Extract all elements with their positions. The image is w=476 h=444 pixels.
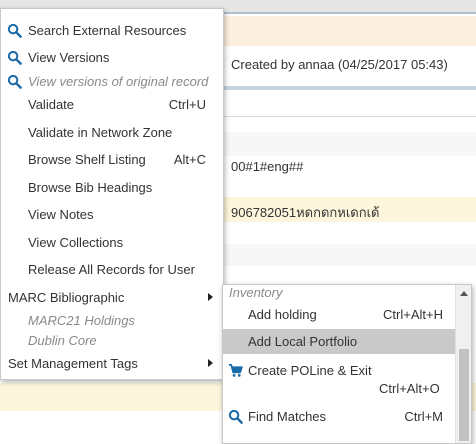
menu-item-browse-shelf-listing[interactable]: Browse Shelf Listing Alt+C bbox=[1, 147, 223, 171]
menu-item-label: Browse Shelf Listing bbox=[28, 151, 146, 167]
submenu-item-add-holding[interactable]: Add holding Ctrl+Alt+H bbox=[223, 302, 455, 326]
menu-item-view-original-versions: View versions of original record bbox=[1, 69, 223, 93]
menu-item-label: Validate in Network Zone bbox=[28, 124, 173, 140]
menu-item-dublin-core[interactable]: Dublin Core bbox=[1, 328, 223, 352]
menu-item-search-external-resources[interactable]: Search External Resources bbox=[1, 18, 223, 42]
menu-item-label: Search External Resources bbox=[28, 22, 187, 38]
menu-item-view-notes[interactable]: View Notes bbox=[1, 202, 223, 226]
menu-item-validate-network-zone[interactable]: Validate in Network Zone bbox=[1, 120, 223, 144]
field-value: 00#1#eng## bbox=[231, 159, 304, 174]
field-value: 906782051หดกดกหเดกเด้ bbox=[231, 205, 380, 220]
scroll-up-arrow-icon[interactable] bbox=[460, 291, 468, 296]
menu-item-label: Browse Bib Headings bbox=[28, 179, 153, 195]
menu-item-view-versions[interactable]: View Versions bbox=[1, 45, 223, 69]
menu-item-label: Validate bbox=[28, 96, 75, 112]
shortcut-hint: Ctrl+Alt+H bbox=[383, 307, 443, 322]
menu-item-marc-bibliographic[interactable]: MARC Bibliographic bbox=[1, 285, 223, 309]
submenu-scrollbar[interactable] bbox=[455, 285, 471, 443]
submenu-arrow-icon bbox=[208, 359, 213, 367]
search-icon bbox=[7, 50, 22, 65]
search-icon bbox=[7, 74, 22, 89]
menu-item-validate[interactable]: Validate Ctrl+U bbox=[1, 92, 223, 116]
menu-item-label: View Collections bbox=[28, 234, 124, 250]
menu-item-browse-bib-headings[interactable]: Browse Bib Headings bbox=[1, 175, 223, 199]
scrollbar-thumb[interactable] bbox=[459, 349, 469, 441]
submenu-item-add-local-portfolio[interactable]: Add Local Portfolio bbox=[223, 329, 455, 354]
menu-item-label: Release All Records for User bbox=[28, 261, 195, 277]
shortcut-hint: Ctrl+Alt+O bbox=[379, 381, 440, 396]
submenu-section-header: Inventory bbox=[229, 285, 283, 300]
menu-item-label: Dublin Core bbox=[28, 332, 97, 348]
created-by-text: Created by annaa (04/25/2017 05:43) bbox=[231, 57, 448, 72]
menu-item-view-collections[interactable]: View Collections bbox=[1, 230, 223, 254]
marc-bibliographic-submenu: Inventory Add holding Ctrl+Alt+H Add Loc… bbox=[222, 284, 472, 444]
menu-item-label: Add holding bbox=[248, 307, 317, 322]
menu-item-label: View versions of original record bbox=[28, 73, 209, 89]
menu-item-label: MARC Bibliographic bbox=[8, 289, 125, 305]
search-icon bbox=[7, 23, 22, 38]
menu-item-label: View Notes bbox=[28, 206, 94, 222]
shortcut-hint: Ctrl+M bbox=[404, 409, 443, 424]
menu-item-set-management-tags[interactable]: Set Management Tags bbox=[1, 351, 223, 375]
submenu-item-find-matches[interactable]: Find Matches Ctrl+M bbox=[223, 404, 455, 428]
menu-item-label: Set Management Tags bbox=[8, 355, 138, 371]
menu-item-label: View Versions bbox=[28, 49, 110, 65]
submenu-item-create-poline-exit[interactable]: Create POLine & Exit Ctrl+Alt+O bbox=[223, 358, 455, 398]
menu-item-label: MARC21 Holdings bbox=[28, 312, 135, 328]
more-actions-menu: Search External Resources View Versions … bbox=[0, 8, 224, 380]
menu-item-label: Find Matches bbox=[248, 409, 327, 424]
cart-icon bbox=[228, 364, 243, 377]
shortcut-hint: Ctrl+U bbox=[168, 96, 206, 112]
menu-item-label: Add Local Portfolio bbox=[248, 334, 358, 349]
submenu-arrow-icon bbox=[208, 293, 213, 301]
menu-item-release-all-records[interactable]: Release All Records for User bbox=[1, 257, 223, 281]
search-icon bbox=[228, 409, 243, 424]
shortcut-hint: Alt+C bbox=[173, 151, 206, 167]
menu-item-label: Create POLine & Exit bbox=[248, 363, 372, 378]
